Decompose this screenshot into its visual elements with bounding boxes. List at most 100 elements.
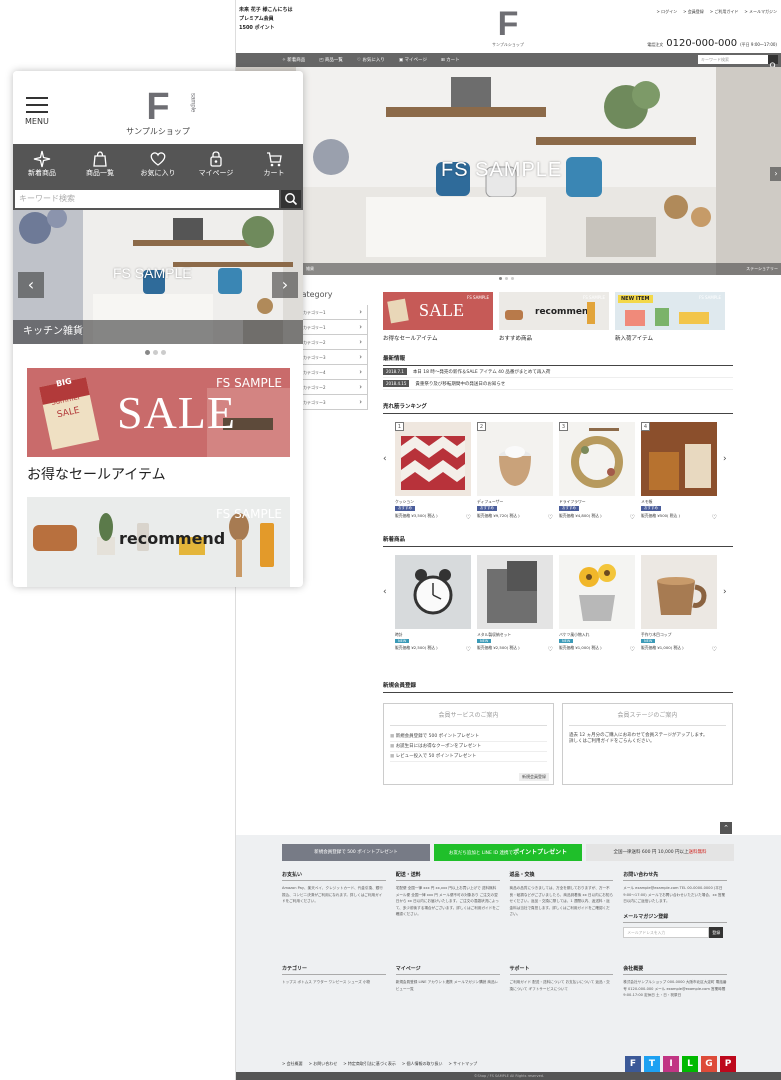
new-product[interactable]: 時計 NEW 販売価格 ¥2,500( 税込 ) ♡	[395, 555, 471, 653]
new-product[interactable]: バケツ風小物入れ NEW 販売価格 ¥1,000( 税込 ) ♡	[559, 555, 635, 653]
new-product[interactable]: 手作り木目コップ NEW 販売価格 ¥1,000( 税込 ) ♡	[641, 555, 717, 653]
new-items-list: ‹ 時計 NEW 販売価格 ¥2,500( 税込 ) ♡ メタル製収納セット N…	[383, 555, 733, 653]
guide-link[interactable]: > ご利用ガイド	[710, 9, 739, 15]
shop-logo[interactable]: Fsample サンプルショップ	[123, 88, 195, 137]
shop-logo[interactable]: F サンプルショップ	[486, 6, 530, 50]
hamburger-icon	[26, 97, 48, 99]
member-bonus-banner[interactable]: 新規会員登録で 500 ポイントプレゼント	[282, 844, 430, 861]
register-button[interactable]: 新規会員登録	[519, 773, 549, 781]
category-item[interactable]: カテゴリー3	[296, 350, 368, 365]
pagination-dot[interactable]	[161, 350, 166, 355]
ranking-next-arrow[interactable]: ›	[723, 454, 727, 464]
shipping-banner[interactable]: 全国一律送料 600 円 10,000 円以上送料無料	[586, 844, 734, 861]
category-item[interactable]: カテゴリー1	[296, 320, 368, 335]
back-to-top-button[interactable]: ⌃	[720, 822, 732, 834]
google-icon[interactable]: G	[701, 1056, 717, 1072]
twitter-icon[interactable]: T	[644, 1056, 660, 1072]
pagination-dot[interactable]	[153, 350, 158, 355]
new-items-next-arrow[interactable]: ›	[723, 587, 727, 597]
product-image	[499, 446, 531, 486]
sale-banner[interactable]: SALE FS SAMPLE お得なセールアイテム	[383, 292, 493, 342]
ranking-product[interactable]: 2 ディフューザー おすすめ 販売価格 ¥9,720( 税込 ) ♡	[477, 422, 553, 521]
recommend-banner[interactable]: recommend FS SAMPLE	[27, 497, 290, 587]
new-product[interactable]: メタル製収納セット NEW 販売価格 ¥2,500( 税込 ) ♡	[477, 555, 553, 653]
favorite-icon[interactable]: ♡	[466, 646, 471, 653]
news-item[interactable]: 2018.7.1 本日 18 時〜発売の新作＆SALE アイテム 40 品番がまと…	[383, 366, 733, 378]
hero-next-arrow[interactable]: ›	[770, 167, 781, 181]
desktop-hero-slider[interactable]: FS SAMPLE ‹ › 雑貨 ステーショナリー	[236, 67, 781, 275]
mailmag-link[interactable]: > メールマガジン	[744, 9, 777, 15]
favorite-icon[interactable]: ♡	[466, 514, 471, 521]
favorite-icon[interactable]: ♡	[630, 514, 635, 521]
pagination-dot[interactable]	[145, 350, 150, 355]
pagination-dot[interactable]	[505, 277, 508, 280]
ranking-prev-arrow[interactable]: ‹	[383, 454, 387, 464]
ranking-product[interactable]: 1 クッション おすすめ 販売価格 ¥3,500( 税込 ) ♡	[395, 422, 471, 521]
mailmag-submit-button[interactable]: 登録	[709, 926, 724, 938]
new-item-banner[interactable]: NEW ITEM FS SAMPLE 新入荷アイテム	[615, 292, 725, 342]
hero-next-arrow[interactable]: ›	[272, 272, 298, 298]
product-image	[487, 561, 537, 623]
mobile-nav-bar: 新着商品 商品一覧 お気に入り マイページ カート	[13, 144, 303, 188]
footer-link[interactable]: > 会社概要	[282, 1061, 303, 1067]
ranking-list: ‹ 1 クッション おすすめ 販売価格 ¥3,500( 税込 ) ♡ 2 ディフ…	[383, 422, 733, 521]
instagram-icon[interactable]: I	[663, 1056, 679, 1072]
membership-title: 新規会員登録	[383, 681, 733, 693]
member-stage-box: 会員ステージのご案内 過去 12 ヵ月分のご購入におあわせて会員ステージがアップ…	[562, 703, 733, 785]
category-item[interactable]: カテゴリー3	[296, 395, 368, 410]
nav-cart[interactable]: ⊞ カート	[441, 57, 460, 63]
new-items-prev-arrow[interactable]: ‹	[383, 587, 387, 597]
hero-prev-arrow[interactable]: ‹	[18, 272, 44, 298]
mobile-hero-slider[interactable]: FS SAMPLE ‹ › キッチン雑貨	[13, 210, 303, 344]
nav-cart[interactable]: カート	[245, 144, 303, 188]
favorite-icon[interactable]: ♡	[548, 514, 553, 521]
nav-favorites[interactable]: お気に入り	[129, 144, 187, 188]
service-item: お誕生日にはお得なクーポンをプレゼント	[390, 742, 547, 752]
category-item[interactable]: カテゴリー4	[296, 365, 368, 380]
footer-link[interactable]: > サイトマップ	[449, 1061, 478, 1067]
menu-button[interactable]: MENU	[25, 97, 49, 126]
register-link[interactable]: > 会員登録	[683, 9, 704, 15]
pagination-dot[interactable]	[511, 277, 514, 280]
nav-new[interactable]: ✧ 新着商品	[282, 57, 305, 63]
search-icon[interactable]	[281, 190, 301, 208]
category-item[interactable]: カテゴリー2	[296, 335, 368, 350]
nav-products[interactable]: 商品一覧	[71, 144, 129, 188]
category-item[interactable]: カテゴリー1	[296, 305, 368, 320]
nav-favorites[interactable]: ♡ お気に入り	[357, 57, 385, 63]
login-link[interactable]: > ログイン	[657, 9, 678, 15]
pinterest-icon[interactable]: P	[720, 1056, 736, 1072]
sale-banner[interactable]: BIG Summer SALE SALE FS SAMPLE	[27, 368, 290, 457]
facebook-icon[interactable]: F	[625, 1056, 641, 1072]
nav-new[interactable]: 新着商品	[13, 144, 71, 188]
desktop-search-input[interactable]: キーワード検索	[698, 55, 768, 64]
recommend-banner[interactable]: recommend FS SAMPLE おすすめ商品	[499, 292, 609, 342]
hero-pagination	[499, 277, 514, 280]
ranking-product[interactable]: 3 ドライフラワー おすすめ 販売価格 ¥4,800( 税込 ) ♡	[559, 422, 635, 521]
ranking-product[interactable]: 4 メモ帳 おすすめ 販売価格 ¥500( 税込 ) ♡	[641, 422, 717, 521]
footer-link[interactable]: > 特定商取引法に基づく表示	[343, 1061, 396, 1067]
member-services-box: 会員サービスのご案内 新規会員登録で 500 ポイントプレゼント お誕生日にはお…	[383, 703, 554, 785]
mailmag-email-input[interactable]: メールアドレスを入力	[623, 926, 710, 938]
search-icon[interactable]	[768, 55, 778, 69]
mobile-search-input[interactable]: キーワード検索	[15, 190, 279, 208]
footer-link[interactable]: > 個人情報の取り扱い	[402, 1061, 443, 1067]
favorite-icon[interactable]: ♡	[630, 646, 635, 653]
favorite-icon[interactable]: ♡	[712, 514, 717, 521]
footer-link[interactable]: > お問い合わせ	[309, 1061, 338, 1067]
nav-products[interactable]: ◰ 商品一覧	[319, 57, 343, 63]
favorite-icon[interactable]: ♡	[548, 646, 553, 653]
category-item[interactable]: カテゴリー2	[296, 380, 368, 395]
sale-caption[interactable]: お得なセールアイテム	[27, 464, 166, 484]
line-icon[interactable]: L	[682, 1056, 698, 1072]
line-bonus-banner[interactable]: お友だち追加と LINE ID 連携でポイントプレゼント	[434, 844, 582, 861]
mobile-header: MENU Fsample サンプルショップ	[13, 71, 303, 144]
sparkle-icon	[13, 150, 71, 168]
nav-mypage[interactable]: ▣ マイページ	[399, 57, 427, 63]
favorite-icon[interactable]: ♡	[712, 646, 717, 653]
desktop-main: SALE FS SAMPLE お得なセールアイテム recommend FS S…	[383, 292, 733, 785]
nav-mypage[interactable]: マイページ	[187, 144, 245, 188]
pagination-dot[interactable]	[499, 277, 502, 280]
news-item[interactable]: 2018.4.15 貴重祭り及び移転期間中の発送日のお知らせ	[383, 378, 733, 390]
hero-title: FS SAMPLE	[441, 159, 563, 181]
